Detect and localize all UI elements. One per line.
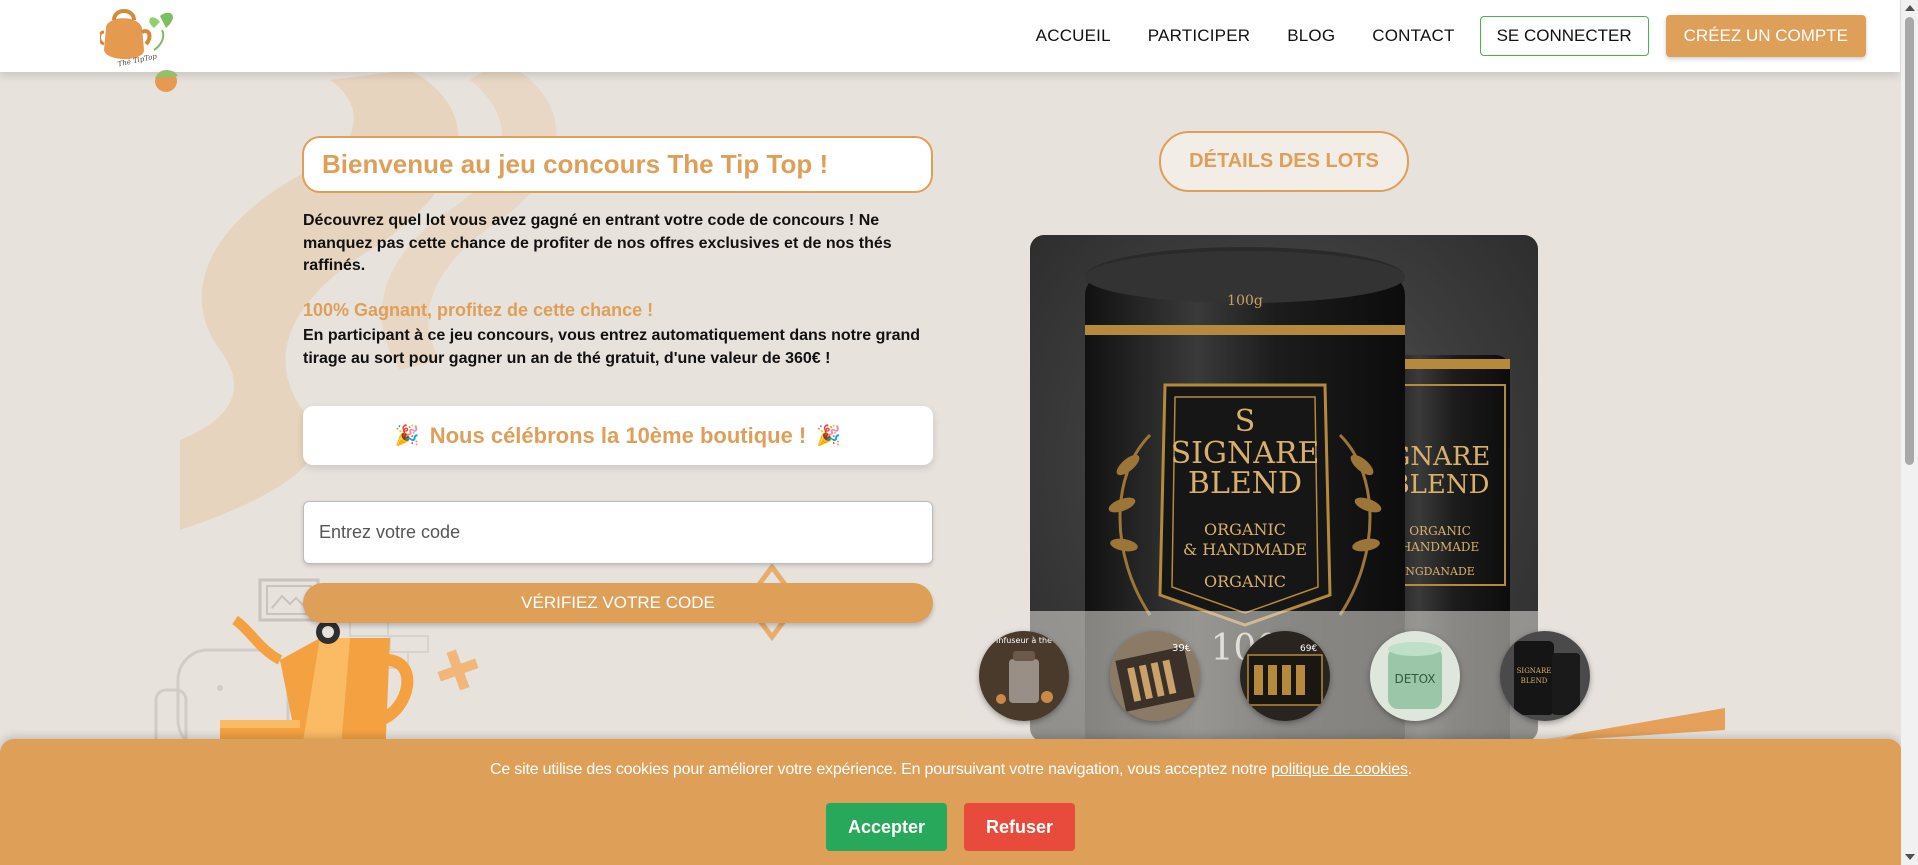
scroll-down-arrow-icon[interactable] bbox=[1905, 854, 1915, 860]
teapot-logo[interactable]: Thé TipTop bbox=[100, 6, 190, 92]
promo-title: 100% Gagnant, profitez de cette chance ! bbox=[303, 300, 654, 320]
svg-text:DETOX: DETOX bbox=[1394, 672, 1435, 686]
svg-text:HANDMADE: HANDMADE bbox=[1401, 540, 1480, 554]
contest-code-input[interactable] bbox=[303, 501, 933, 564]
main-nav: ACCUEIL PARTICIPER BLOG CONTACT SE CONNE… bbox=[1036, 15, 1900, 57]
svg-text:BLEND: BLEND bbox=[1391, 470, 1490, 500]
nav-link-accueil[interactable]: ACCUEIL bbox=[1036, 26, 1111, 46]
promo-text: En participant à ce jeu concours, vous e… bbox=[303, 327, 921, 367]
party-popper-icon: 🎉 bbox=[394, 425, 420, 447]
thumbnail-signature[interactable]: SIGNARE BLEND bbox=[1500, 631, 1590, 721]
svg-text:& HANDMADE: & HANDMADE bbox=[1183, 540, 1307, 559]
thumbnail-infuseur[interactable]: Infuseur à thé bbox=[979, 631, 1069, 721]
celebration-text: Nous célébrons la 10ème boutique ! bbox=[429, 422, 807, 448]
page-title: Bienvenue au jeu concours The Tip Top ! bbox=[322, 149, 829, 179]
nav-link-participer[interactable]: PARTICIPER bbox=[1148, 26, 1250, 46]
svg-text:69€: 69€ bbox=[1300, 644, 1317, 654]
svg-text:ORGANIC: ORGANIC bbox=[1409, 524, 1471, 538]
nav-link-contact[interactable]: CONTACT bbox=[1372, 26, 1454, 46]
svg-text:Infuseur à thé: Infuseur à thé bbox=[996, 635, 1052, 645]
svg-text:BLEND: BLEND bbox=[1521, 677, 1548, 685]
welcome-title-box: Bienvenue au jeu concours The Tip Top ! bbox=[302, 136, 933, 193]
scroll-thumb[interactable] bbox=[1905, 17, 1914, 465]
thumbnail-detox[interactable]: DETOX bbox=[1370, 631, 1460, 721]
accept-cookies-button[interactable]: Accepter bbox=[826, 803, 947, 851]
intro-text: Découvrez quel lot vous avez gagné en en… bbox=[303, 212, 892, 274]
plus-decoration bbox=[437, 649, 479, 691]
celebration-banner: 🎉 Nous célébrons la 10ème boutique ! 🎉 bbox=[303, 406, 933, 465]
site-header: ACCUEIL PARTICIPER BLOG CONTACT SE CONNE… bbox=[0, 0, 1900, 72]
thumbnail-coffret-69[interactable]: 69€ bbox=[1240, 631, 1330, 721]
nav-link-blog[interactable]: BLOG bbox=[1287, 26, 1335, 46]
svg-text:NGDANADE: NGDANADE bbox=[1405, 565, 1475, 578]
scroll-up-arrow-icon[interactable] bbox=[1905, 5, 1915, 11]
cookie-message: Ce site utilise des cookies pour amélior… bbox=[0, 761, 1902, 779]
thumbnail-coffret-39[interactable]: 39€ bbox=[1110, 631, 1200, 721]
cookie-policy-link[interactable]: politique de cookies bbox=[1271, 761, 1408, 778]
cookie-text-suffix: . bbox=[1407, 761, 1412, 778]
vertical-scrollbar[interactable] bbox=[1901, 0, 1918, 865]
verify-code-button[interactable]: VÉRIFIEZ VOTRE CODE bbox=[303, 583, 933, 623]
refuse-cookies-button[interactable]: Refuser bbox=[964, 803, 1075, 851]
prize-details-button[interactable]: DÉTAILS DES LOTS bbox=[1159, 131, 1409, 192]
svg-text:BLEND: BLEND bbox=[1188, 466, 1302, 501]
cookie-banner: Ce site utilise des cookies pour amélior… bbox=[0, 739, 1902, 865]
svg-text:SIGNARE: SIGNARE bbox=[1517, 667, 1552, 675]
svg-text:100g: 100g bbox=[1227, 293, 1263, 309]
signup-button[interactable]: CRÉEZ UN COMPTE bbox=[1665, 15, 1866, 57]
svg-text:ORGANIC: ORGANIC bbox=[1204, 520, 1286, 539]
cookie-text: Ce site utilise des cookies pour amélior… bbox=[490, 761, 1267, 778]
svg-text:S: S bbox=[1235, 404, 1256, 439]
svg-text:ORGANIC: ORGANIC bbox=[1204, 572, 1286, 591]
party-popper-icon: 🎉 bbox=[816, 425, 842, 447]
login-button[interactable]: SE CONNECTER bbox=[1479, 16, 1649, 56]
